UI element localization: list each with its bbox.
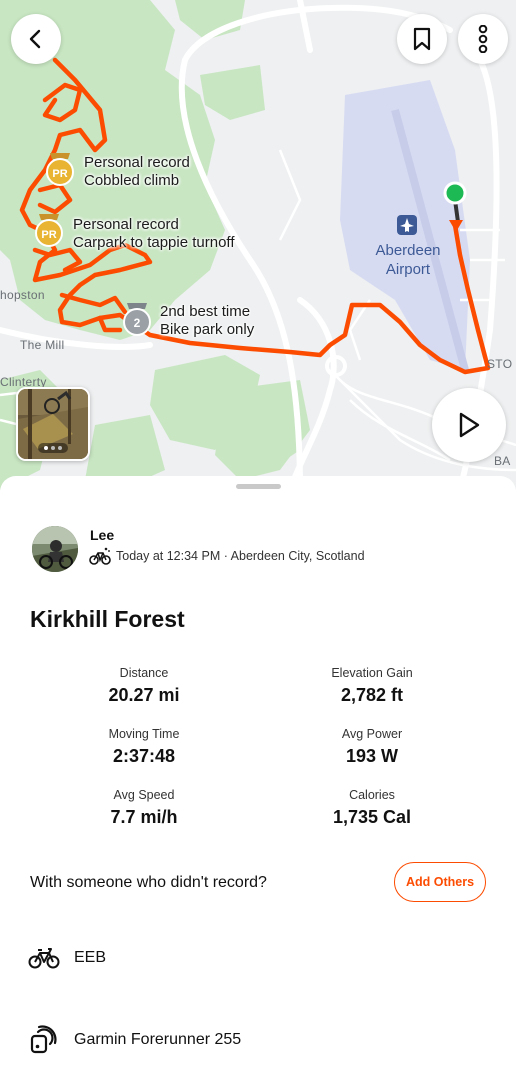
drag-handle[interactable] <box>236 484 281 489</box>
second-place-medal-icon[interactable]: 2 <box>121 303 153 342</box>
stat-value: 1,735 Cal <box>332 807 412 827</box>
airport-label: Aberdeen Airport <box>375 242 441 278</box>
stat-value: 2,782 ft <box>340 685 404 705</box>
bike-name: EEB <box>74 949 107 966</box>
chevron-left-icon <box>29 29 41 49</box>
pr-badge-icon[interactable]: PR <box>44 153 76 192</box>
segment-status: Personal record <box>73 216 179 233</box>
avatar[interactable] <box>32 526 78 572</box>
play-icon <box>459 412 480 438</box>
stat-label: Distance <box>119 666 169 680</box>
activity-details-sheet: Lee Today at 12:34 PM · Aberdeen City, S… <box>0 476 516 1079</box>
add-others-button[interactable]: Add Others <box>394 862 486 902</box>
pr-badge-icon[interactable]: PR <box>33 214 65 253</box>
stat-value: 20.27 mi <box>108 685 180 705</box>
stat-label: Avg Speed <box>113 788 175 802</box>
stat-moving-time: Moving Time 2:37:48 <box>44 727 244 767</box>
device-name: Garmin Forerunner 255 <box>74 1031 242 1048</box>
stat-calories: Calories 1,735 Cal <box>272 788 472 828</box>
svg-text:PR: PR <box>41 229 56 241</box>
more-options-button[interactable] <box>458 14 508 64</box>
stat-avg-power: Avg Power 193 W <box>272 727 472 767</box>
activity-photo-thumbnail[interactable] <box>16 387 90 461</box>
stat-distance: Distance 20.27 mi <box>44 666 244 706</box>
more-vertical-icon <box>478 25 488 53</box>
bike-gear-row[interactable]: EEB <box>28 946 106 970</box>
segment-status: 2nd best time <box>160 303 251 320</box>
activity-date-location: Today at 12:34 PM · Aberdeen City, Scotl… <box>116 549 365 563</box>
segment-name: Carpark to tappie turnoff <box>73 234 235 251</box>
segment-label: Personal record Cobbled climb <box>84 154 190 190</box>
place-label-the-mill: The Mill <box>20 338 65 352</box>
stat-avg-speed: Avg Speed 7.7 mi/h <box>44 788 244 828</box>
segment-label: 2nd best time Bike park only <box>160 303 254 339</box>
place-label-hopston: hopston <box>0 288 45 302</box>
route-map[interactable]: hopston The Mill Clinterty STO BA Aberde… <box>0 0 516 490</box>
svg-text:PR: PR <box>52 168 67 180</box>
play-flyover-button[interactable] <box>432 388 506 462</box>
segment-status: Personal record <box>84 154 190 171</box>
bike-icon <box>28 948 60 969</box>
stat-value: 2:37:48 <box>112 746 176 766</box>
bookmark-icon <box>413 27 431 51</box>
with-others-prompt: With someone who didn't record? <box>30 874 267 891</box>
stat-value: 193 W <box>345 746 399 766</box>
stat-elevation-gain: Elevation Gain 2,782 ft <box>272 666 472 706</box>
stat-value: 7.7 mi/h <box>110 807 178 827</box>
device-row[interactable]: Garmin Forerunner 255 <box>28 1024 241 1056</box>
activity-title: Kirkhill Forest <box>30 606 185 632</box>
segment-name: Bike park only <box>160 321 255 338</box>
activity-meta: Today at 12:34 PM · Aberdeen City, Scotl… <box>89 547 365 565</box>
stat-label: Calories <box>349 788 395 802</box>
stat-label: Moving Time <box>108 727 180 741</box>
back-button[interactable] <box>11 14 61 64</box>
svg-text:2: 2 <box>134 316 141 330</box>
watch-device-icon <box>30 1025 57 1054</box>
stat-label: Avg Power <box>341 727 403 741</box>
place-label-bank: BA <box>494 454 511 468</box>
ebike-icon <box>89 547 111 565</box>
segment-name: Cobbled climb <box>84 172 180 189</box>
segment-label: Personal record Carpark to tappie turnof… <box>73 216 234 252</box>
bookmark-button[interactable] <box>397 14 447 64</box>
place-label-stoneywood: STO <box>487 357 513 371</box>
athlete-name[interactable]: Lee <box>90 527 114 543</box>
stat-label: Elevation Gain <box>331 666 413 680</box>
